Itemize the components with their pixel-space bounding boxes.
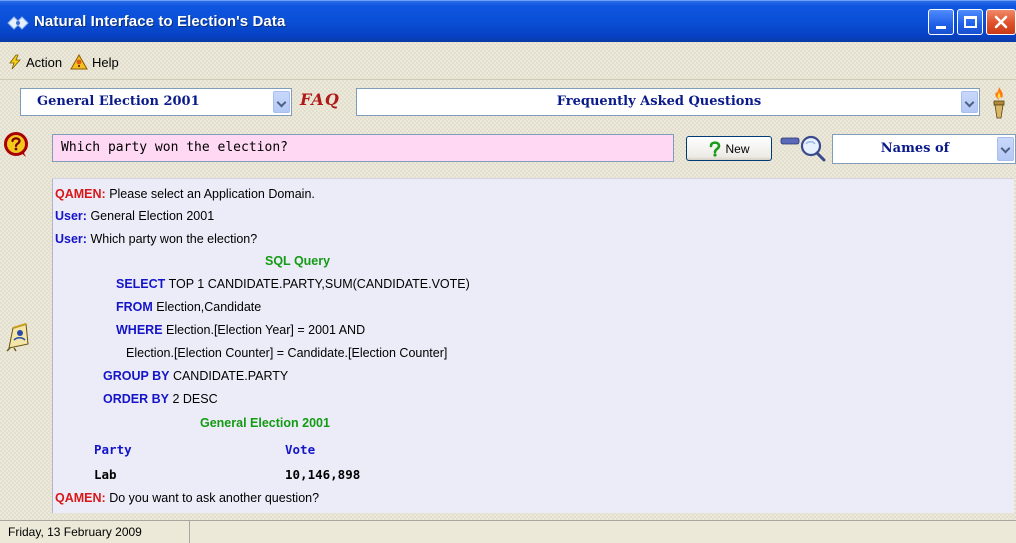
chevron-down-icon[interactable] — [997, 137, 1014, 161]
message-user: User: General Election 2001 — [55, 209, 214, 223]
sql-from-line: FROM Election,Candidate — [116, 300, 261, 314]
question-icon — [4, 132, 28, 157]
close-button[interactable] — [986, 9, 1016, 35]
sql-select-line: SELECT TOP 1 CANDIDATE.PARTY,SUM(CANDIDA… — [116, 277, 470, 291]
new-button[interactable]: New — [686, 136, 772, 161]
question-input[interactable]: Which party won the election? — [52, 134, 674, 162]
sql-text: CANDIDATE.PARTY — [172, 369, 289, 383]
window-title: Natural Interface to Election's Data — [34, 13, 286, 30]
sql-text: Election,Candidate — [156, 300, 262, 314]
title-bar[interactable]: Natural Interface to Election's Data — [0, 0, 1016, 42]
sql-text: TOP 1 CANDIDATE.PARTY,SUM(CANDIDATE.VOTE… — [168, 277, 470, 291]
minimize-button[interactable] — [928, 9, 954, 35]
new-button-label: New — [725, 141, 750, 156]
menu-help-label: Help — [92, 54, 119, 70]
lightning-icon — [9, 54, 21, 70]
names-select[interactable]: Names of — [832, 134, 1016, 164]
user-speaker-label: User: — [55, 232, 87, 246]
domain-select[interactable]: General Election 2001 — [20, 88, 292, 116]
sql-text: 2 DESC — [172, 392, 218, 406]
minimize-icon — [936, 26, 946, 29]
message-text: General Election 2001 — [90, 209, 215, 223]
sql-group-line: GROUP BY CANDIDATE.PARTY — [103, 369, 288, 383]
qamen-speaker-label: QAMEN: — [55, 491, 106, 505]
sql-keyword: WHERE — [116, 323, 163, 337]
result-cell-vote: 10,146,898 — [285, 467, 361, 482]
result-heading: General Election 2001 — [200, 416, 330, 430]
sql-order-line: ORDER BY 2 DESC — [103, 392, 218, 406]
menu-action-label: Action — [26, 54, 63, 70]
names-select-value: Names of — [880, 141, 950, 156]
close-icon — [994, 15, 1008, 29]
chevron-down-icon[interactable] — [961, 91, 978, 113]
help-warning-icon — [70, 54, 88, 70]
app-icon — [7, 16, 29, 30]
message-text: Do you want to ask another question? — [109, 491, 320, 505]
sql-keyword: FROM — [116, 300, 153, 314]
qamen-speaker-label: QAMEN: — [55, 187, 106, 201]
maximize-icon — [964, 16, 977, 28]
toolbar: General Election 2001 FAQ Frequently Ask… — [0, 80, 1016, 128]
message-qamen: QAMEN: Please select an Application Doma… — [55, 187, 315, 201]
torch-icon[interactable] — [988, 86, 1010, 120]
sql-heading: SQL Query — [265, 254, 331, 268]
menu-action[interactable]: Action — [8, 52, 62, 72]
maximize-button[interactable] — [957, 9, 983, 35]
domain-select-value: General Election 2001 — [37, 94, 200, 109]
menu-bar: Action Help — [0, 42, 1016, 80]
sql-keyword: GROUP BY — [103, 369, 170, 383]
result-cell-party: Lab — [94, 467, 117, 482]
message-user: User: Which party won the election? — [55, 232, 257, 246]
conversation-panel[interactable]: QAMEN: Please select an Application Doma… — [52, 178, 1014, 513]
status-date: Friday, 13 February 2009 — [8, 521, 190, 543]
result-column-party: Party — [94, 442, 132, 457]
status-bar: Friday, 13 February 2009 — [0, 520, 1016, 543]
sql-text: Election.[Election Year] = 2001 AND — [166, 323, 366, 337]
message-qamen: QAMEN: Do you want to ask another questi… — [55, 491, 319, 505]
message-text: Which party won the election? — [90, 232, 258, 246]
faq-select-value: Frequently Asked Questions — [556, 94, 762, 109]
result-column-vote: Vote — [285, 442, 316, 457]
chevron-down-icon[interactable] — [273, 91, 290, 113]
sql-keyword: SELECT — [116, 277, 166, 291]
question-row: Which party won the election? New Names … — [0, 128, 1016, 172]
sql-keyword: ORDER BY — [103, 392, 169, 406]
magnifier-icon[interactable] — [780, 132, 826, 162]
question-mark-icon — [710, 140, 721, 157]
sql-where-line: WHERE Election.[Election Year] = 2001 AN… — [116, 323, 365, 337]
faq-label: FAQ — [300, 90, 340, 109]
user-speaker-label: User: — [55, 209, 87, 223]
sql-where-continuation: Election.[Election Counter] = Candidate.… — [126, 346, 448, 360]
menu-help[interactable]: Help — [70, 52, 119, 72]
message-text: Please select an Application Domain. — [109, 187, 315, 201]
faq-select[interactable]: Frequently Asked Questions — [356, 88, 980, 116]
assistant-icon — [6, 323, 29, 352]
